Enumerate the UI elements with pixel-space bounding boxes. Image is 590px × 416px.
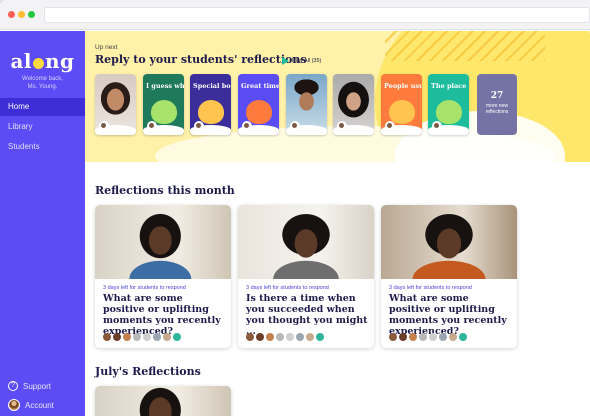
- student-avatar: [296, 333, 304, 341]
- logo-dot-icon: [33, 58, 45, 69]
- close-window-button[interactable]: [8, 11, 15, 18]
- more-label: more new reflections: [485, 103, 509, 115]
- student-avatar: [316, 333, 324, 341]
- thumbnail-title: Special bo: [193, 82, 231, 90]
- account-label: Account: [25, 400, 54, 410]
- student-avatar: [133, 333, 141, 341]
- reflection-thumbnail[interactable]: The place: [428, 74, 469, 135]
- reflection-thumbnail[interactable]: [286, 74, 327, 135]
- reflection-card[interactable]: 3 days left for students to respond What…: [381, 205, 517, 348]
- character-illustration: [198, 100, 224, 124]
- sidebar: al ng Welcome back, Ms. Young. Home Libra…: [0, 31, 85, 416]
- character-illustration: [246, 100, 272, 124]
- help-icon: ?: [8, 381, 18, 391]
- student-avatar: [449, 333, 457, 341]
- thumbnail-title: People usu: [384, 82, 422, 90]
- more-count: 27: [490, 91, 504, 101]
- student-avatar: [99, 121, 109, 131]
- student-avatar: [385, 121, 395, 131]
- reflection-card[interactable]: [95, 386, 231, 416]
- student-avatar: [103, 333, 111, 341]
- student-avatars: [389, 333, 467, 341]
- video-thumbnail: [238, 205, 374, 279]
- student-avatar: [419, 333, 427, 341]
- student-avatar: [153, 333, 161, 341]
- app-logo[interactable]: al ng: [0, 49, 85, 73]
- student-avatar: [439, 333, 447, 341]
- student-avatar: [306, 333, 314, 341]
- card-question: Is there a time when you succeeded when …: [246, 293, 368, 337]
- student-avatar: [399, 333, 407, 341]
- sidebar-item-library[interactable]: Library: [0, 118, 85, 136]
- card-question: What are some positive or uplifting mome…: [103, 293, 221, 337]
- student-avatar: [290, 121, 300, 131]
- play-icon: [282, 57, 289, 65]
- thumbnail-title: I guess wh: [146, 82, 184, 90]
- reflection-thumbnail[interactable]: [95, 74, 136, 135]
- student-avatar: [147, 121, 157, 131]
- play-all-button[interactable]: Play All (35): [282, 57, 321, 65]
- student-avatar: [337, 121, 347, 131]
- student-avatar: [256, 333, 264, 341]
- play-all-label: Play All (35): [292, 58, 322, 64]
- account-link[interactable]: Account: [8, 399, 54, 411]
- card-deadline: 3 days left for students to respond: [103, 285, 186, 291]
- thumbnail-title: Great time: [241, 82, 279, 90]
- student-avatar: [143, 333, 151, 341]
- section-title-july: July's Reflections: [95, 365, 201, 378]
- video-thumbnail: [95, 205, 231, 279]
- student-avatar: [123, 333, 131, 341]
- student-avatar: [163, 333, 171, 341]
- up-next-label: Up next: [95, 44, 118, 51]
- student-avatar: [194, 121, 204, 131]
- student-avatar: [242, 121, 252, 131]
- character-illustration: [151, 100, 177, 124]
- sidebar-item-home[interactable]: Home: [0, 98, 85, 116]
- thumbnail-title: The place: [431, 82, 467, 90]
- welcome-message: Welcome back, Ms. Young.: [22, 76, 63, 90]
- reflection-card[interactable]: 3 days left for students to respond What…: [95, 205, 231, 348]
- student-avatar: [286, 333, 294, 341]
- section-title-this-month: Reflections this month: [95, 184, 235, 197]
- reflection-card[interactable]: 3 days left for students to respond Is t…: [238, 205, 374, 348]
- character-illustration: [389, 100, 415, 124]
- student-avatar: [389, 333, 397, 341]
- banner-title: Reply to your students' reflections: [95, 53, 307, 66]
- student-avatar: [459, 333, 467, 341]
- reflection-thumbnail[interactable]: I guess wh: [143, 74, 184, 135]
- banner-decoration: [385, 31, 545, 61]
- card-deadline: 3 days left for students to respond: [246, 285, 329, 291]
- student-avatar: [113, 333, 121, 341]
- student-avatar: [266, 333, 274, 341]
- video-thumbnail: [381, 205, 517, 279]
- sidebar-item-students[interactable]: Students: [0, 138, 85, 156]
- browser-titlebar: [0, 0, 590, 30]
- app-window: al ng Welcome back, Ms. Young. Home Libra…: [0, 0, 590, 416]
- maximize-window-button[interactable]: [28, 11, 35, 18]
- more-reflections-button[interactable]: 27 more new reflections: [477, 74, 517, 135]
- student-avatars: [103, 333, 181, 341]
- student-avatars: [246, 333, 324, 341]
- student-avatar: [276, 333, 284, 341]
- student-avatar: [246, 333, 254, 341]
- student-avatar: [409, 333, 417, 341]
- student-avatar: [432, 121, 442, 131]
- reflection-thumbnail[interactable]: People usu: [381, 74, 422, 135]
- avatar: [8, 399, 20, 411]
- reflection-thumbnail[interactable]: Great time: [238, 74, 279, 135]
- address-bar[interactable]: [44, 7, 590, 23]
- support-label: Support: [23, 381, 52, 391]
- reflection-thumbnail[interactable]: [333, 74, 374, 135]
- character-illustration: [436, 100, 462, 124]
- reflection-thumbnail[interactable]: Special bo: [190, 74, 231, 135]
- support-link[interactable]: ? Support: [8, 381, 51, 391]
- minimize-window-button[interactable]: [18, 11, 25, 18]
- student-avatar: [429, 333, 437, 341]
- card-deadline: 3 days left for students to respond: [389, 285, 472, 291]
- student-avatar: [173, 333, 181, 341]
- card-question: What are some positive or uplifting mome…: [389, 293, 507, 337]
